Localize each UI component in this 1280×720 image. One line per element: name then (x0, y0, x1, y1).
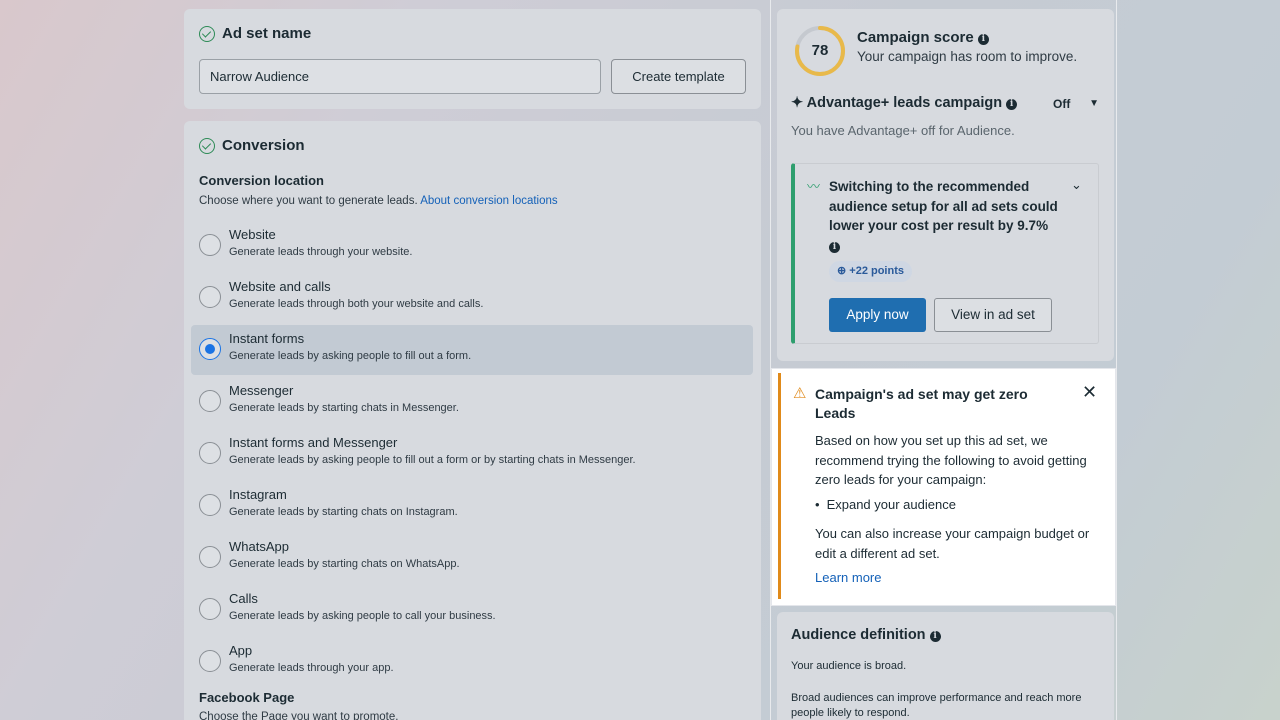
learn-more-link[interactable]: Learn more (815, 570, 881, 585)
alert-bullet: • Expand your audience (815, 497, 956, 512)
radio-button[interactable] (199, 286, 221, 308)
option-label: WhatsApp (229, 539, 289, 554)
check-circle-icon (199, 26, 215, 42)
radio-button-selected[interactable] (199, 338, 221, 360)
recommendation-text: Switching to the recommended audience se… (829, 177, 1059, 255)
arrow-up-circle-icon: ⊕ (837, 265, 847, 277)
zero-leads-alert: ⚠ Campaign's ad set may get zero Leads ✕… (771, 368, 1116, 606)
audience-definition-line1: Your audience is broad. (791, 660, 907, 672)
recommendation-box: 〰 Switching to the recommended audience … (791, 163, 1099, 344)
radio-option-app[interactable]: App Generate leads through your app. (191, 637, 753, 687)
radio-button[interactable] (199, 598, 221, 620)
advantage-toggle-value: Off (1053, 97, 1071, 111)
right-panel-divider-left (770, 0, 771, 720)
advantage-desc: You have Advantage+ off for Audience. (791, 123, 1015, 138)
radio-button[interactable] (199, 234, 221, 256)
radio-option-website[interactable]: Website Generate leads through your webs… (191, 221, 753, 271)
option-desc: Generate leads by asking people to fill … (229, 350, 472, 362)
advantage-title: Advantage+ leads campaign (806, 95, 1003, 111)
option-desc: Generate leads by starting chats on Inst… (229, 506, 458, 518)
sparkle-icon: ✦ (791, 95, 804, 111)
facebook-page-title: Facebook Page (199, 690, 295, 705)
radio-button[interactable] (199, 442, 221, 464)
audience-definition-title: Audience definition (791, 627, 926, 643)
option-label: Calls (229, 591, 258, 606)
chevron-down-icon[interactable]: ⌄ (1071, 177, 1082, 193)
option-label: App (229, 643, 253, 658)
conversion-card: Conversion Conversion location Choose wh… (184, 121, 761, 720)
view-in-ad-set-button[interactable]: View in ad set (934, 298, 1052, 332)
radio-option-messenger[interactable]: Messenger Generate leads by starting cha… (191, 377, 753, 427)
option-desc: Generate leads by starting chats in Mess… (229, 402, 459, 414)
points-badge: ⊕ +22 points (829, 261, 912, 282)
campaign-score-title-row: Campaign score i (857, 29, 989, 46)
info-icon[interactable]: i (977, 34, 989, 45)
ad-set-name-title: Ad set name (222, 25, 312, 42)
info-icon[interactable]: i (1006, 99, 1018, 110)
alert-accent-bar (778, 373, 781, 599)
audience-definition-card: Audience definition i Your audience is b… (777, 612, 1114, 720)
campaign-score-subtitle: Your campaign has room to improve. (857, 49, 1078, 64)
advantage-toggle[interactable]: Off ▼ (1043, 94, 1099, 114)
option-label: Website and calls (229, 279, 331, 294)
create-template-button[interactable]: Create template (611, 59, 746, 94)
option-label: Website (229, 227, 276, 242)
facebook-page-desc: Choose the Page you want to promote. (199, 711, 399, 720)
bullet-dot: • (815, 497, 820, 512)
conversion-location-title: Conversion location (199, 173, 324, 188)
radio-option-instant-forms[interactable]: Instant forms Generate leads by asking p… (191, 325, 753, 375)
about-conversion-locations-link[interactable]: About conversion locations (420, 195, 557, 207)
option-label: Instant forms and Messenger (229, 435, 398, 450)
audience-definition-line2: Broad audiences can improve performance … (791, 692, 1082, 719)
audience-definition-title-row: Audience definition i (791, 627, 941, 643)
check-circle-icon (199, 138, 215, 154)
advantage-row: ✦ Advantage+ leads campaign i (791, 95, 1018, 111)
radio-option-whatsapp[interactable]: WhatsApp Generate leads by starting chat… (191, 533, 753, 583)
right-panel-divider-right (1116, 0, 1117, 720)
alert-footer: You can also increase your campaign budg… (815, 526, 1090, 561)
alert-body: Based on how you set up this ad set, we … (815, 433, 1087, 487)
radio-option-instant-forms-and-messenger[interactable]: Instant forms and Messenger Generate lea… (191, 429, 753, 479)
info-icon[interactable]: i (829, 241, 840, 253)
conversion-location-desc: Choose where you want to generate leads.… (199, 195, 558, 207)
conversion-title: Conversion (222, 137, 305, 154)
apply-now-button[interactable]: Apply now (829, 298, 926, 332)
option-desc: Generate leads through your app. (229, 662, 394, 674)
conversion-location-desc-text: Choose where you want to generate leads. (199, 195, 418, 207)
option-label: Instant forms (229, 331, 305, 346)
campaign-score-title: Campaign score (857, 29, 974, 46)
radio-option-instagram[interactable]: Instagram Generate leads by starting cha… (191, 481, 753, 531)
campaign-score-value: 78 (811, 42, 829, 59)
radio-option-calls[interactable]: Calls Generate leads by asking people to… (191, 585, 753, 635)
option-desc: Generate leads by asking people to call … (229, 610, 496, 622)
trend-up-icon: 〰 (807, 179, 821, 194)
campaign-score-card: 78 Campaign score i Your campaign has ro… (777, 9, 1114, 361)
radio-button[interactable] (199, 546, 221, 568)
ad-set-name-input[interactable]: Narrow Audience (199, 59, 601, 94)
option-desc: Generate leads through your website. (229, 246, 413, 258)
close-icon[interactable]: ✕ (1082, 382, 1097, 403)
option-desc: Generate leads by asking people to fill … (229, 454, 636, 466)
radio-button[interactable] (199, 390, 221, 412)
ad-set-name-card: Ad set name Narrow Audience Create templ… (184, 9, 761, 109)
info-icon[interactable]: i (929, 631, 941, 642)
chevron-down-icon: ▼ (1089, 98, 1099, 109)
option-label: Instagram (229, 487, 287, 502)
alert-title: Campaign's ad set may get zero Leads (815, 386, 1028, 421)
option-desc: Generate leads through both your website… (229, 298, 484, 310)
recommendation-text-body: Switching to the recommended audience se… (829, 179, 1058, 233)
radio-option-website-and-calls[interactable]: Website and calls Generate leads through… (191, 273, 753, 323)
option-label: Messenger (229, 383, 294, 398)
option-desc: Generate leads by starting chats on What… (229, 558, 460, 570)
points-value: +22 points (849, 265, 904, 277)
radio-button[interactable] (199, 650, 221, 672)
alert-bullet-text: Expand your audience (826, 497, 956, 512)
warning-icon: ⚠ (793, 385, 807, 402)
radio-button[interactable] (199, 494, 221, 516)
